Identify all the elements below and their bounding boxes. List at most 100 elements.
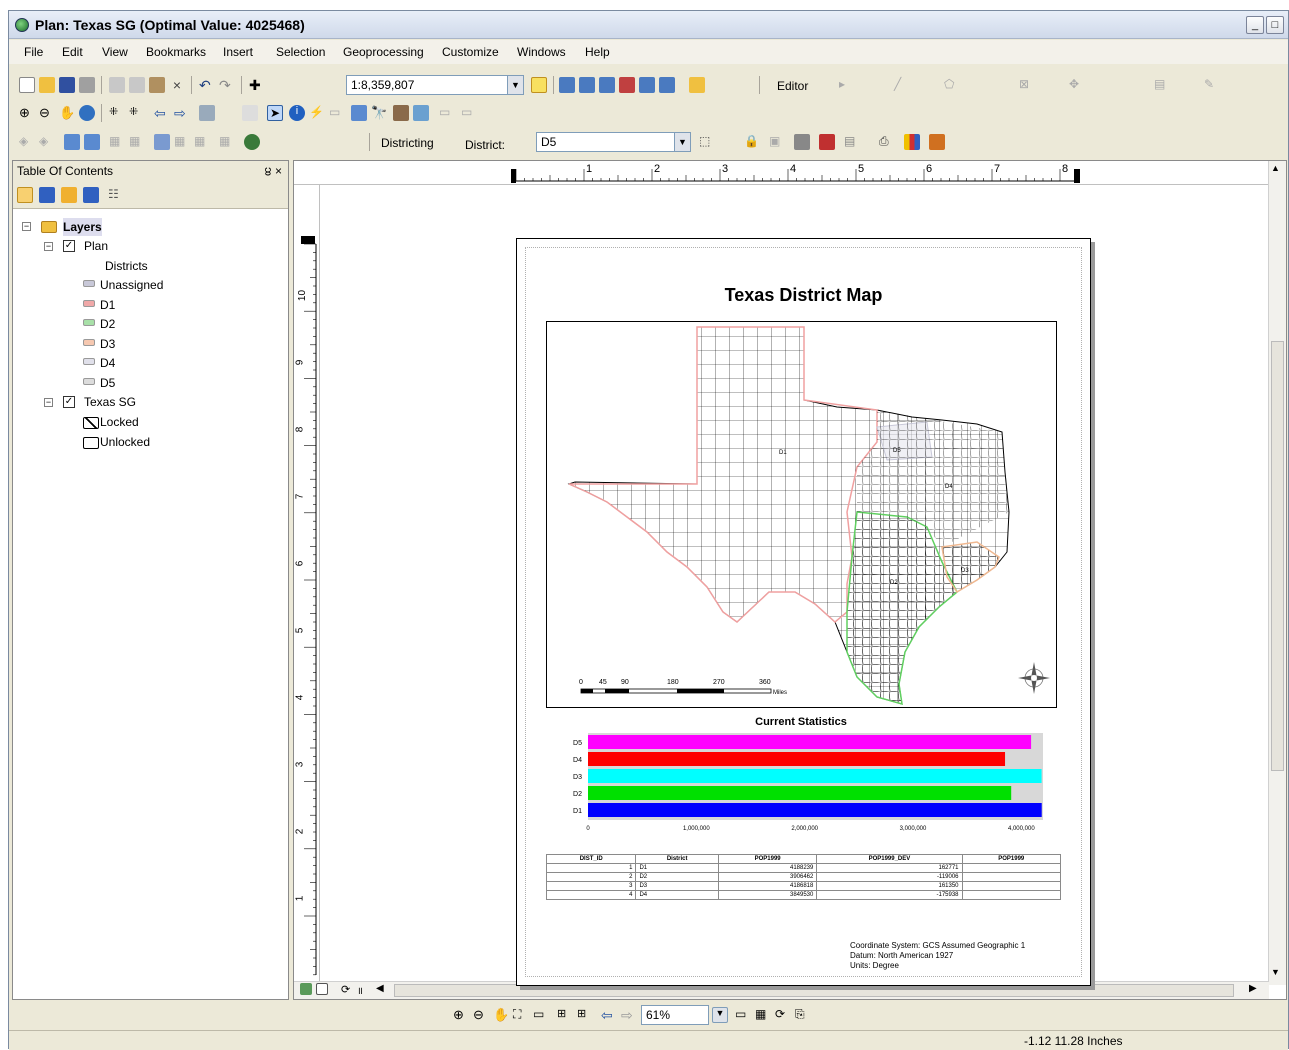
menu-edit[interactable]: Edit bbox=[62, 45, 83, 59]
layout-view[interactable]: 12345678 10 9 8 7 6 5 4 3 2 1 ▲ ▼ ⟳ ॥ ◀ ▶ bbox=[293, 160, 1287, 1000]
menu-selection[interactable]: Selection bbox=[276, 45, 325, 59]
table-header-cell[interactable]: POP1999 bbox=[717, 854, 818, 864]
list-by-visibility-icon[interactable] bbox=[61, 187, 77, 203]
find-icon[interactable]: 🔭 bbox=[371, 105, 387, 121]
fixed-zoom-in-layout-icon[interactable]: ⊞ bbox=[557, 1007, 573, 1023]
table-row[interactable]: 1 D1 4188239 162771 bbox=[545, 863, 1062, 873]
table-header-cell[interactable]: POP1999 bbox=[961, 854, 1062, 864]
vertical-scrollbar[interactable]: ▲ ▼ bbox=[1268, 161, 1286, 985]
plan-tool-icon-4[interactable]: ▦ bbox=[174, 134, 190, 150]
straight-segment-icon[interactable]: ╱ bbox=[894, 77, 910, 93]
collapse-layers-icon[interactable]: − bbox=[22, 222, 31, 231]
copy-icon[interactable] bbox=[129, 77, 145, 93]
measure-icon[interactable] bbox=[351, 105, 367, 121]
statistics-chart-icon[interactable] bbox=[904, 134, 920, 150]
scroll-left-icon[interactable]: ◀ bbox=[376, 983, 392, 999]
district-select[interactable]: D5 ▼ bbox=[536, 132, 691, 152]
map-title[interactable]: Texas District Map bbox=[517, 285, 1090, 306]
statistics-table[interactable]: DIST_ID District POP1999 POP1999_DEV POP1999… bbox=[545, 854, 1062, 900]
plan-tool-icon-1[interactable]: ▦ bbox=[109, 134, 125, 150]
scroll-right-icon[interactable]: ▶ bbox=[1249, 983, 1265, 999]
change-layout-icon[interactable]: ⟳ bbox=[775, 1007, 791, 1023]
table-row[interactable]: 3 D3 4186818 161350 bbox=[545, 881, 1062, 891]
layout-view-icon[interactable] bbox=[316, 983, 328, 995]
cut-icon[interactable] bbox=[109, 77, 125, 93]
table-header-cell[interactable]: District bbox=[635, 854, 719, 864]
zoom-in-icon[interactable]: ⊕ bbox=[19, 105, 35, 121]
open-folder-icon[interactable] bbox=[39, 77, 55, 93]
viewer-window-icon[interactable]: ▭ bbox=[461, 105, 477, 121]
texas-visibility-checkbox[interactable]: ✓ bbox=[63, 396, 75, 408]
menu-file[interactable]: File bbox=[24, 45, 43, 59]
scroll-up-icon[interactable]: ▲ bbox=[1271, 163, 1280, 173]
zoom-out-icon[interactable]: ⊖ bbox=[39, 105, 55, 121]
report-icon[interactable]: ▤ bbox=[844, 134, 860, 150]
chevron-down-icon[interactable]: ▼ bbox=[507, 76, 523, 94]
full-extent-icon[interactable] bbox=[79, 105, 95, 121]
python-window-icon[interactable] bbox=[639, 77, 655, 93]
fixed-zoom-out-icon[interactable]: ⁜ bbox=[129, 105, 145, 121]
statistics-chart[interactable]: Current Statistics D5 D4 D3 D2 D1 0 1,000,000 2… bbox=[546, 713, 1057, 848]
forward-extent-icon[interactable]: ⇨ bbox=[174, 105, 190, 121]
zoom-whole-page-icon[interactable]: ⛶ bbox=[513, 1007, 529, 1023]
chevron-down-icon[interactable]: ▼ bbox=[674, 133, 690, 151]
back-extent-icon[interactable]: ⇦ bbox=[154, 105, 170, 121]
table-icon[interactable] bbox=[559, 77, 575, 93]
layout-pan-icon[interactable]: ✋ bbox=[493, 1007, 509, 1023]
menu-windows[interactable]: Windows bbox=[517, 45, 566, 59]
maximize-button[interactable]: □ bbox=[1266, 16, 1284, 34]
zoom-100-icon[interactable]: ▭ bbox=[533, 1007, 549, 1023]
split-tool-icon[interactable]: ⊠ bbox=[1019, 77, 1035, 93]
list-by-drawing-order-icon[interactable] bbox=[17, 187, 33, 203]
print-plan-icon[interactable]: ⎙ bbox=[879, 134, 895, 150]
rotate-tool-icon[interactable]: ✥ bbox=[1069, 77, 1085, 93]
fixed-zoom-in-icon[interactable]: ⁜ bbox=[109, 105, 125, 121]
texas-sg-layer[interactable]: Texas SG bbox=[84, 393, 136, 411]
pan-icon[interactable]: ✋ bbox=[59, 105, 75, 121]
plan-tool-icon-6[interactable]: ▦ bbox=[219, 134, 235, 150]
menu-help[interactable]: Help bbox=[585, 45, 610, 59]
fixed-zoom-out-layout-icon[interactable]: ⊞ bbox=[577, 1007, 593, 1023]
table-header-cell[interactable]: POP1999_DEV bbox=[816, 854, 963, 864]
list-by-source-icon[interactable] bbox=[39, 187, 55, 203]
select-features-icon[interactable] bbox=[199, 105, 215, 121]
menu-geoprocessing[interactable]: Geoprocessing bbox=[343, 45, 424, 59]
assign-tool-icon[interactable]: ⬚ bbox=[699, 134, 715, 150]
model-builder-icon[interactable] bbox=[659, 77, 675, 93]
redo-icon[interactable]: ↷ bbox=[219, 77, 235, 93]
go-to-xy-icon[interactable] bbox=[413, 105, 429, 121]
menu-customize[interactable]: Customize bbox=[442, 45, 499, 59]
districting-menu-label[interactable]: Districting bbox=[381, 136, 434, 150]
sketch-properties-icon[interactable]: ✎ bbox=[1204, 77, 1220, 93]
table-header-cell[interactable]: DIST_ID bbox=[545, 854, 637, 864]
open-plan-icon[interactable] bbox=[84, 134, 100, 150]
map-frame[interactable]: D1 D5 D4 D2 D3 0 45 90 180 270 360 Miles bbox=[546, 321, 1057, 708]
edit-tool-icon[interactable]: ▸ bbox=[839, 77, 855, 93]
layout-zoom-out-icon[interactable]: ⊖ bbox=[473, 1007, 489, 1023]
layout-forward-extent-icon[interactable]: ⇨ bbox=[621, 1007, 637, 1023]
select-elements-icon[interactable]: ➤ bbox=[267, 105, 283, 121]
undo-icon[interactable]: ↶ bbox=[199, 77, 215, 93]
refresh-plan-icon[interactable] bbox=[819, 134, 835, 150]
hyperlink-icon[interactable]: ⚡ bbox=[309, 105, 325, 121]
print-icon[interactable] bbox=[79, 77, 95, 93]
menu-bookmarks[interactable]: Bookmarks bbox=[146, 45, 206, 59]
layout-zoom-in-icon[interactable]: ⊕ bbox=[453, 1007, 469, 1023]
catalog-icon[interactable] bbox=[579, 77, 595, 93]
pause-drawing-icon[interactable]: ॥ bbox=[357, 983, 373, 999]
save-icon[interactable] bbox=[59, 77, 75, 93]
add-data-icon[interactable]: ✚ bbox=[249, 77, 265, 93]
layers-root[interactable]: Layers bbox=[63, 218, 102, 236]
plan-tool-icon-3[interactable] bbox=[154, 134, 170, 150]
menu-insert[interactable]: Insert bbox=[223, 45, 253, 59]
help-icon[interactable] bbox=[689, 77, 705, 93]
layer-icon-1[interactable]: ◈ bbox=[19, 134, 35, 150]
clear-selection-icon[interactable] bbox=[242, 105, 258, 121]
html-popup-icon[interactable]: ▭ bbox=[329, 105, 345, 121]
globe-icon[interactable] bbox=[244, 134, 260, 150]
map-scale-combo[interactable]: 1:8,359,807 ▼ bbox=[346, 75, 524, 95]
time-slider-icon[interactable]: ▭ bbox=[439, 105, 455, 121]
table-window-icon[interactable] bbox=[929, 134, 945, 150]
options-icon[interactable]: ☷ bbox=[108, 187, 124, 203]
menu-view[interactable]: View bbox=[102, 45, 128, 59]
